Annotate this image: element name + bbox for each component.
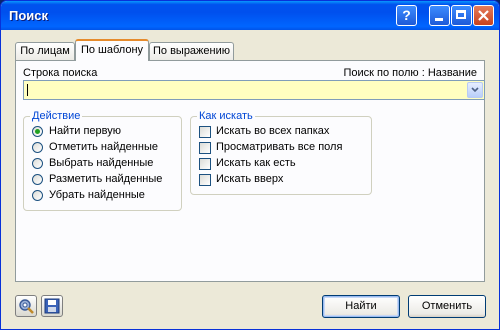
close-button[interactable] xyxy=(473,5,494,26)
minimize-icon xyxy=(435,18,443,21)
checkbox-label: Просматривать все поля xyxy=(216,141,343,153)
maximize-button[interactable] xyxy=(451,5,472,26)
checkbox[interactable] xyxy=(199,142,211,154)
action-group-title: Действие xyxy=(30,110,83,122)
checkbox-label: Искать во всех папках xyxy=(216,125,330,137)
search-input[interactable] xyxy=(23,80,485,100)
tab-by-template[interactable]: По шаблону xyxy=(75,39,149,61)
checkbox[interactable] xyxy=(199,174,211,186)
cancel-button[interactable]: Отменить xyxy=(408,295,486,318)
radio-label: Разметить найденные xyxy=(49,173,163,185)
how-to-search-group: Как искать Искать во всех папках Просмат… xyxy=(190,110,372,195)
radio-label: Выбрать найденные xyxy=(49,157,154,169)
tools-icon xyxy=(19,299,34,314)
radio-button[interactable] xyxy=(32,126,43,137)
title-bar[interactable]: Поиск ? xyxy=(1,1,499,30)
save-button[interactable] xyxy=(41,295,63,317)
find-button[interactable]: Найти xyxy=(322,295,400,318)
help-button[interactable]: ? xyxy=(396,5,417,26)
minimize-button[interactable] xyxy=(429,5,450,26)
close-icon xyxy=(478,10,489,21)
search-dialog: Поиск ? По лицам По шаблону По выражению… xyxy=(0,0,500,330)
tab-by-faces[interactable]: По лицам xyxy=(15,42,75,60)
text-cursor xyxy=(27,84,28,96)
checkbox-label: Искать как есть xyxy=(216,157,296,169)
radio-label: Отметить найденные xyxy=(49,141,158,153)
search-string-label: Строка поиска xyxy=(23,67,98,79)
checkbox-label: Искать вверх xyxy=(216,173,284,185)
checkbox[interactable] xyxy=(199,158,211,170)
tools-button[interactable] xyxy=(15,295,37,317)
chevron-down-icon xyxy=(471,87,479,93)
window-title: Поиск xyxy=(9,8,49,23)
action-group: Действие Найти первую Отметить найденные… xyxy=(23,110,182,211)
radio-button[interactable] xyxy=(32,174,43,185)
radio-label: Убрать найденные xyxy=(49,189,145,201)
checkbox[interactable] xyxy=(199,126,211,138)
tab-by-expression[interactable]: По выражению xyxy=(149,42,234,60)
how-to-search-title: Как искать xyxy=(197,110,255,122)
radio-label: Найти первую xyxy=(49,125,121,137)
radio-button[interactable] xyxy=(32,190,43,201)
search-dropdown-button[interactable] xyxy=(467,82,483,98)
search-field-label: Поиск по полю : Название xyxy=(343,67,478,79)
radio-button[interactable] xyxy=(32,158,43,169)
floppy-disk-icon xyxy=(44,298,60,314)
maximize-icon xyxy=(456,10,466,19)
radio-button[interactable] xyxy=(32,142,43,153)
